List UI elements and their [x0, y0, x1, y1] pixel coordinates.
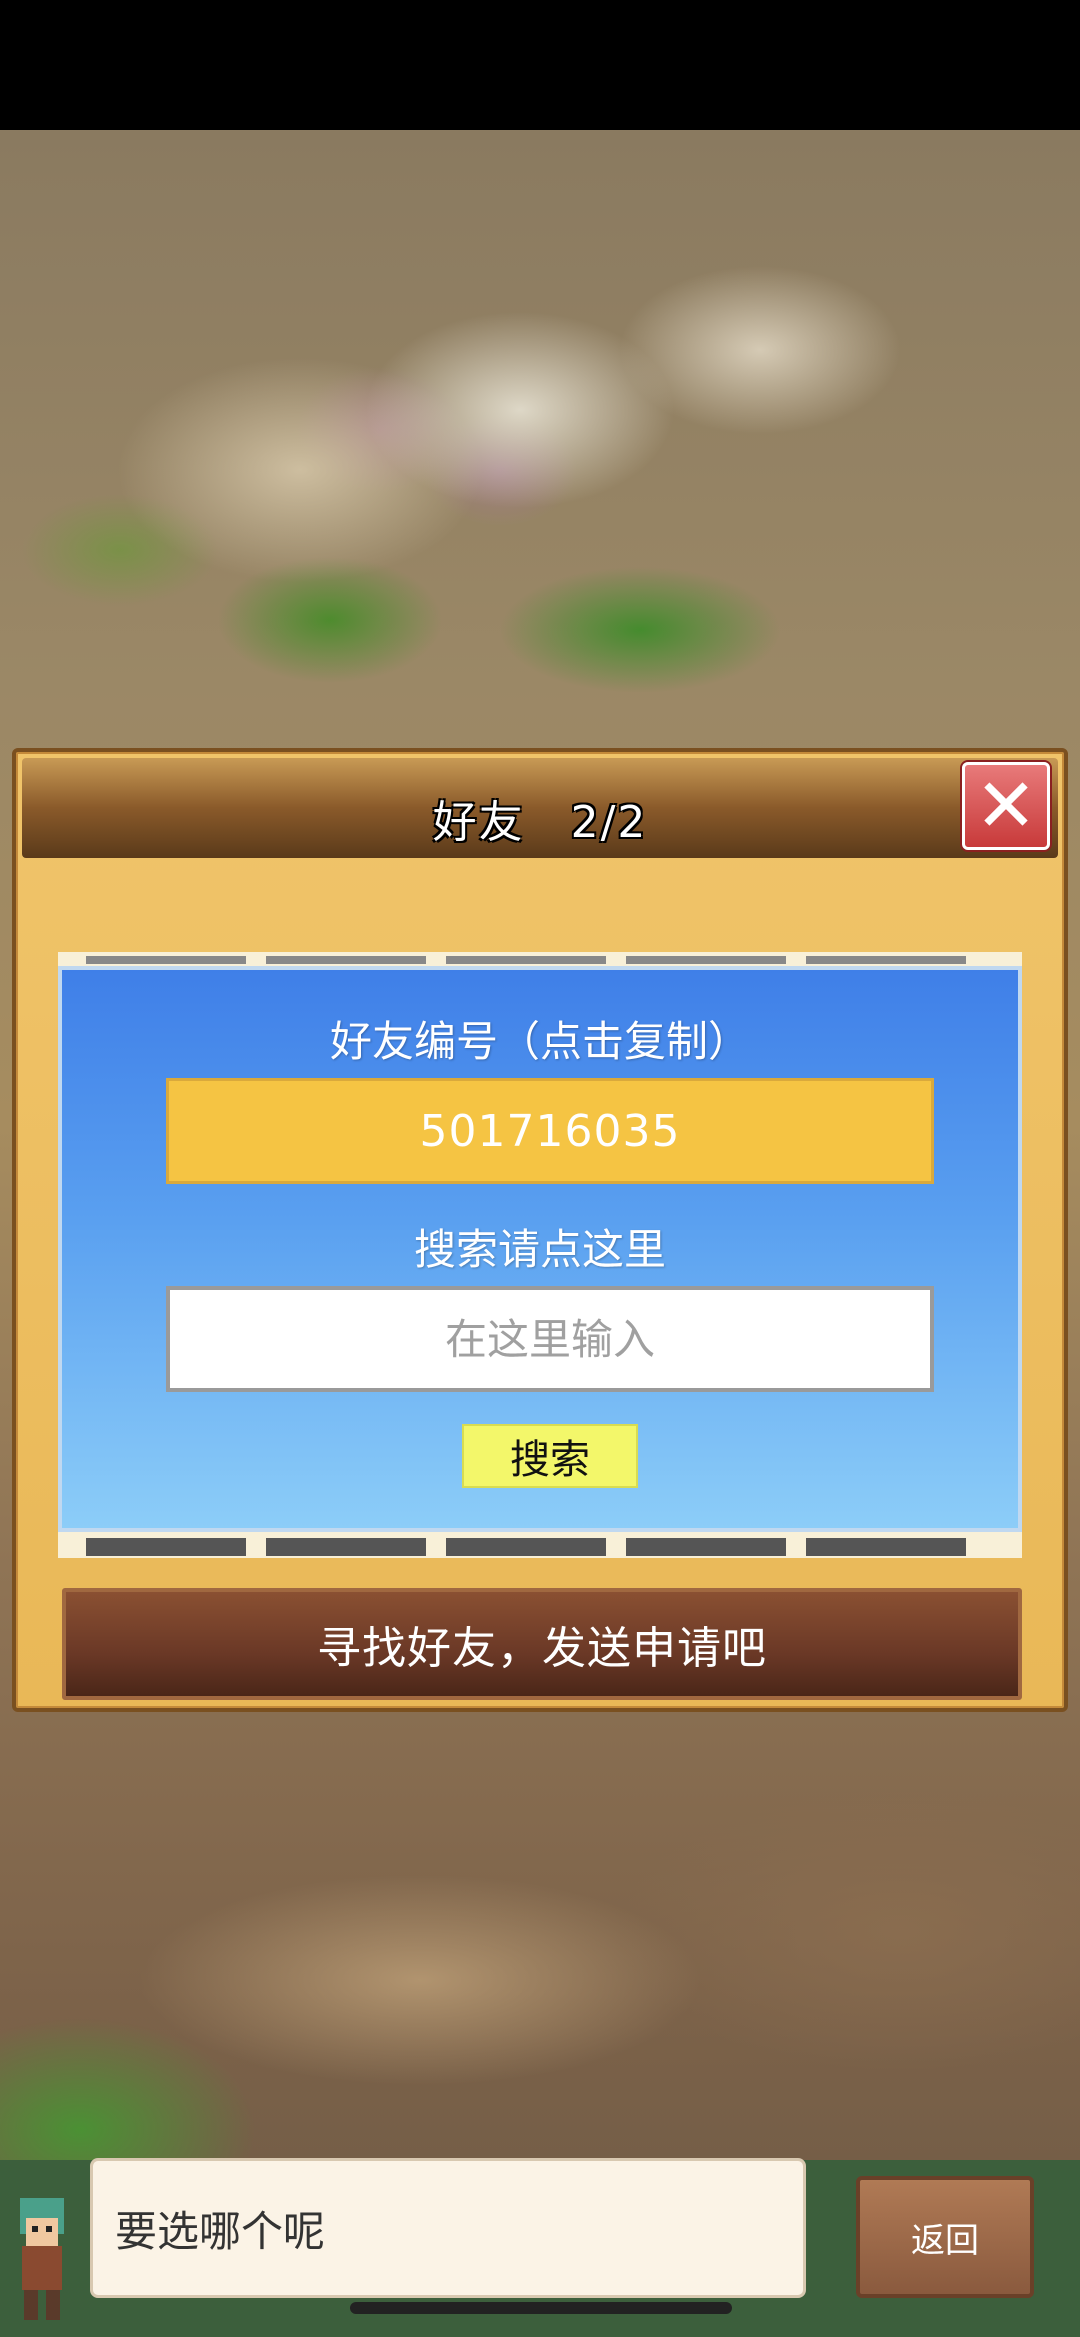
close-icon: ✕	[974, 763, 1037, 849]
friends-panel: 好友 2/2 ✕ 好友编号（点击复制） 501716035 搜索请点这里 搜索 …	[12, 748, 1068, 1712]
panel-title: 好友 2/2	[432, 797, 648, 848]
find-friends-bar[interactable]: 寻找好友，发送申请吧	[62, 1588, 1022, 1700]
friend-code-box: 好友编号（点击复制） 501716035 搜索请点这里 搜索	[58, 966, 1022, 1532]
search-input[interactable]	[166, 1286, 934, 1392]
panel-header: 好友 2/2 ✕	[22, 758, 1058, 858]
friend-id-label: 好友编号（点击复制）	[329, 1017, 750, 1066]
close-button[interactable]: ✕	[962, 762, 1050, 850]
message-dialog: 要选哪个呢	[90, 2158, 806, 2298]
dialog-message: 要选哪个呢	[115, 2206, 326, 2256]
friend-id-copy-button[interactable]: 501716035	[166, 1078, 934, 1184]
status-bar	[0, 0, 1080, 130]
home-indicator	[350, 2302, 732, 2314]
tab-strip-bottom	[58, 1532, 1022, 1558]
search-label: 搜索请点这里	[413, 1225, 666, 1274]
tab-strip-top	[58, 952, 1022, 966]
back-button[interactable]: 返回	[856, 2176, 1034, 2298]
search-button[interactable]: 搜索	[462, 1424, 638, 1488]
character-avatar	[20, 2198, 64, 2320]
